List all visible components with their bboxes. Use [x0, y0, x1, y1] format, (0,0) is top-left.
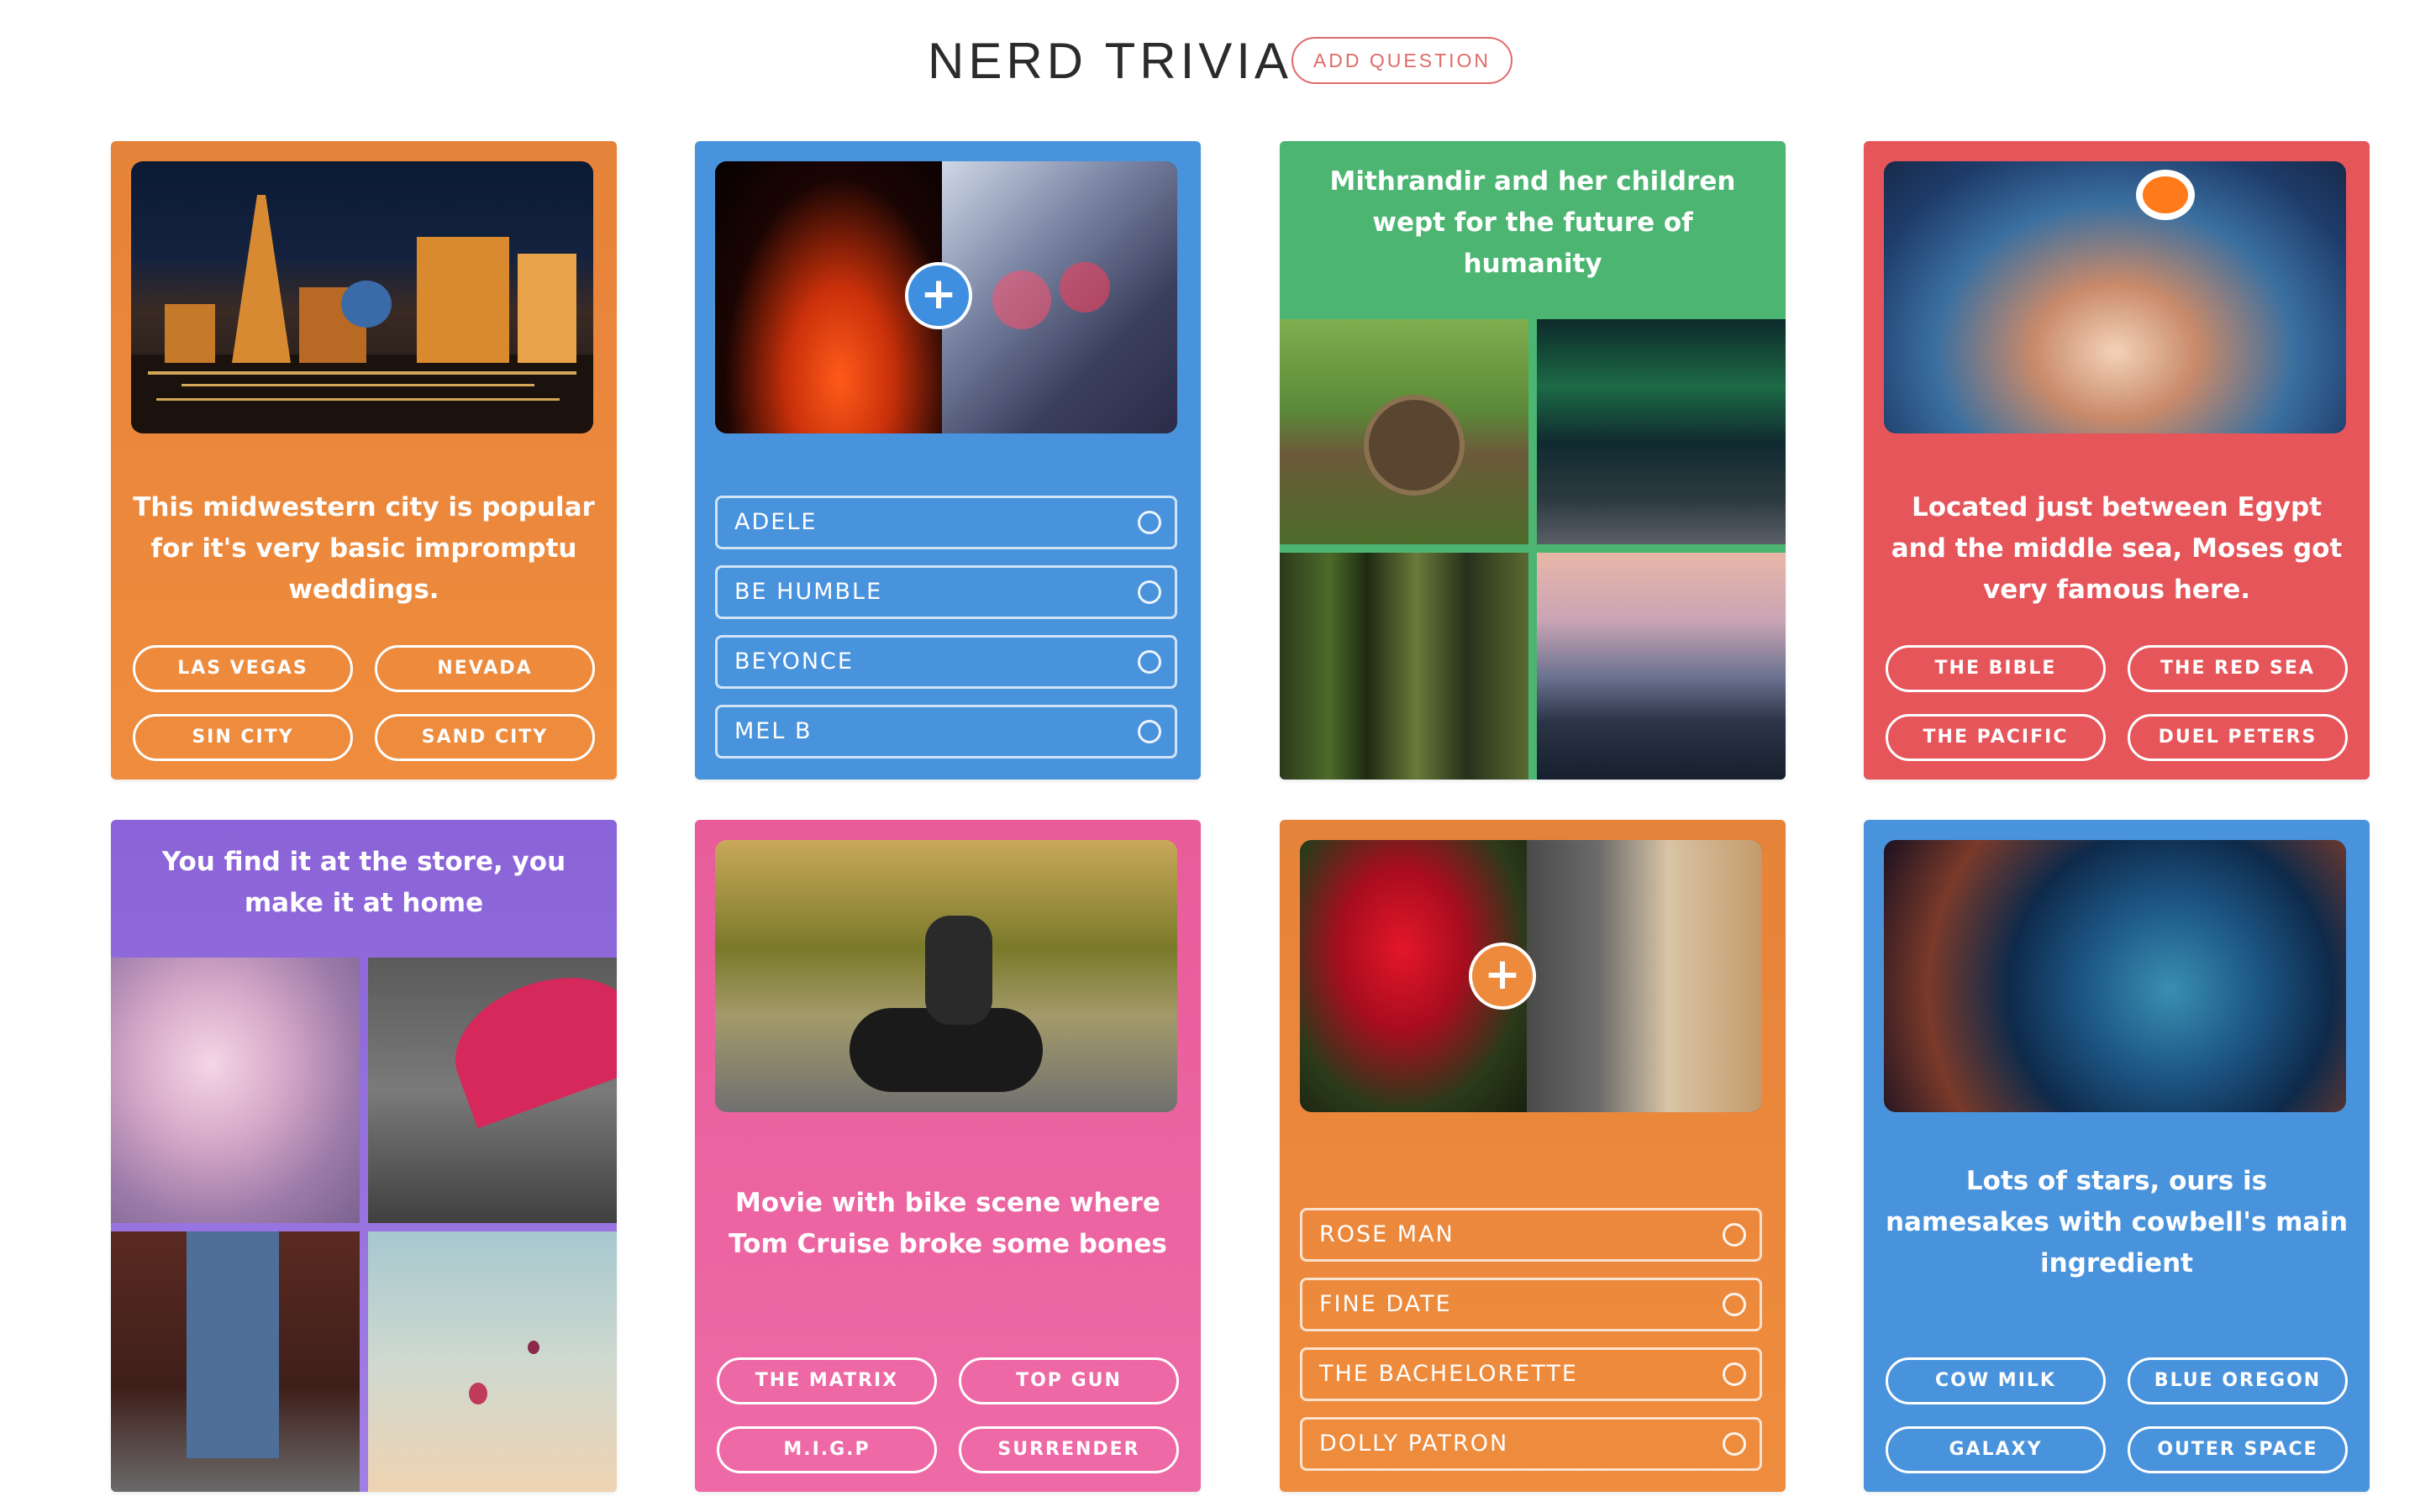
question-card-1: This midwestern city is popular for it's… — [111, 141, 617, 780]
answer-button[interactable]: SURRENDER — [959, 1426, 1179, 1473]
answer-button[interactable]: SIN CITY — [133, 714, 353, 761]
option-label: BE HUMBLE — [734, 579, 883, 605]
option-label: DOLLY PATRON — [1319, 1431, 1509, 1457]
answer-button[interactable]: M.I.G.P — [717, 1426, 937, 1473]
question-text: Located just between Egypt and the middl… — [1891, 492, 2343, 605]
answer-button[interactable]: DUEL PETERS — [2128, 714, 2348, 761]
question-card-4: Located just between Egypt and the middl… — [1864, 141, 2370, 780]
answer-button[interactable]: TOP GUN — [959, 1357, 1179, 1404]
answer-button[interactable]: NEVADA — [375, 645, 595, 692]
option-label: ROSE MAN — [1319, 1221, 1455, 1247]
sunset-beach-image — [1537, 553, 1786, 780]
radio-circle-icon — [1138, 650, 1161, 674]
answer-option[interactable]: MEL B — [715, 705, 1177, 759]
answer-option[interactable]: BE HUMBLE — [715, 565, 1177, 619]
option-label: MEL B — [734, 718, 813, 744]
motorcycle-forest-image — [715, 840, 1177, 1112]
radio-circle-icon — [1138, 511, 1161, 534]
question-text: Movie with bike scene where Tom Cruise b… — [729, 1188, 1167, 1259]
hobbit-hole-image — [1280, 319, 1528, 544]
answer-option[interactable]: ADELE — [715, 496, 1177, 549]
pink-clouds-image — [111, 958, 360, 1223]
radio-circle-icon — [1138, 580, 1161, 604]
question-card-8: Lots of stars, ours is namesakes with co… — [1864, 820, 2370, 1492]
add-media-button[interactable]: + — [1469, 942, 1536, 1010]
add-media-button[interactable]: + — [905, 262, 972, 329]
aurora-image — [1537, 319, 1786, 544]
answer-option[interactable]: THE BACHELORETTE — [1300, 1347, 1762, 1401]
answer-button[interactable]: BLUE OREGON — [2128, 1357, 2348, 1404]
option-label: BEYONCE — [734, 648, 854, 675]
las-vegas-night-image — [131, 161, 593, 433]
answer-button[interactable]: THE MATRIX — [717, 1357, 937, 1404]
answer-button[interactable]: THE BIBLE — [1886, 645, 2106, 692]
answer-button[interactable]: OUTER SPACE — [2128, 1426, 2348, 1473]
radio-circle-icon — [1723, 1293, 1746, 1316]
forest-image — [1280, 553, 1528, 780]
plus-icon: + — [920, 269, 957, 319]
skyline-icon — [131, 195, 593, 433]
answer-option[interactable]: FINE DATE — [1300, 1278, 1762, 1331]
question-card-3: Mithrandir and her children wept for the… — [1280, 141, 1786, 780]
option-label: ADELE — [734, 509, 818, 535]
answer-button[interactable]: THE PACIFIC — [1886, 714, 2106, 761]
answer-button[interactable]: LAS VEGAS — [133, 645, 353, 692]
question-card-5: You find it at the store, you make it at… — [111, 820, 617, 1492]
page-title: NERD TRIVIA — [928, 33, 1292, 89]
answer-option[interactable]: BEYONCE — [715, 635, 1177, 689]
jeans-brick-image — [111, 1231, 360, 1492]
add-question-button[interactable]: ADD QUESTION — [1292, 37, 1512, 84]
page-header: NERD TRIVIA ADD QUESTION — [0, 32, 2420, 91]
option-label: THE BACHELORETTE — [1319, 1361, 1578, 1387]
answer-button[interactable]: THE RED SEA — [2128, 645, 2348, 692]
answer-option[interactable]: DOLLY PATRON — [1300, 1417, 1762, 1471]
answer-button[interactable]: COW MILK — [1886, 1357, 2106, 1404]
answer-option[interactable]: ROSE MAN — [1300, 1208, 1762, 1262]
radio-circle-icon — [1723, 1362, 1746, 1386]
radio-circle-icon — [1723, 1432, 1746, 1456]
question-text: Lots of stars, ours is namesakes with co… — [1885, 1166, 2349, 1278]
nebula-space-image — [1884, 840, 2346, 1112]
option-label: FINE DATE — [1319, 1291, 1452, 1317]
umbrella-rain-image — [368, 958, 617, 1223]
radio-circle-icon — [1138, 720, 1161, 743]
anemone-clownfish-image — [1884, 161, 2346, 433]
question-text: This midwestern city is popular for it's… — [133, 492, 595, 605]
question-text: Mithrandir and her children wept for the… — [1329, 166, 1736, 279]
plus-icon: + — [1484, 949, 1521, 1000]
question-card-6: Movie with bike scene where Tom Cruise b… — [695, 820, 1201, 1492]
radio-circle-icon — [1723, 1223, 1746, 1247]
answer-button[interactable]: SAND CITY — [375, 714, 595, 761]
question-text: You find it at the store, you make it at… — [161, 847, 566, 918]
answer-button[interactable]: GALAXY — [1886, 1426, 2106, 1473]
hot-air-balloons-image — [368, 1231, 617, 1492]
question-card-7: + ROSE MAN FINE DATE THE BACHELORETTE DO… — [1280, 820, 1786, 1492]
question-card-2: + ADELE BE HUMBLE BEYONCE MEL B — [695, 141, 1201, 780]
